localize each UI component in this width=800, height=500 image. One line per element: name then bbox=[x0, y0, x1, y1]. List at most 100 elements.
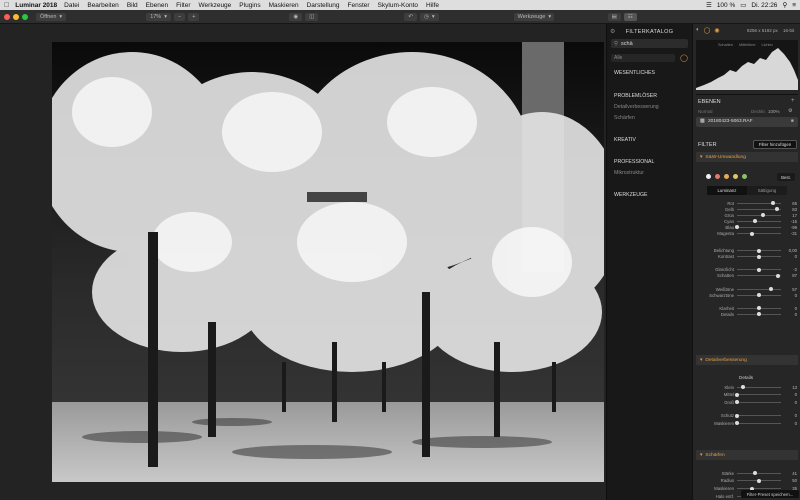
slider-track[interactable] bbox=[735, 421, 781, 425]
sharpen-section-header[interactable]: ▾ Schärfen bbox=[696, 450, 798, 460]
compare-button[interactable]: ◫ bbox=[305, 12, 319, 21]
preview-eye-button[interactable]: ◉ bbox=[289, 12, 303, 21]
menu-bild[interactable]: Bild bbox=[127, 2, 138, 9]
slider-value[interactable]: 41 bbox=[781, 471, 797, 476]
settings-icon[interactable]: ⚙ bbox=[610, 28, 616, 35]
histogram-toggle-icon[interactable]: ◐ bbox=[696, 27, 700, 34]
clock[interactable]: Di. 22:26 bbox=[751, 2, 777, 9]
menu-list-icon[interactable]: ≡ bbox=[792, 2, 796, 9]
catalog-section-wesentliches[interactable]: WESENTLICHES bbox=[614, 70, 692, 76]
catalog-filter-select[interactable]: Alle bbox=[611, 53, 675, 62]
slider-track[interactable] bbox=[737, 213, 781, 218]
slider-knob[interactable] bbox=[775, 273, 780, 278]
catalog-item-mikrostruktur[interactable]: Mikrostruktur bbox=[614, 170, 692, 176]
slider-track[interactable] bbox=[737, 267, 781, 272]
zoom-window-button[interactable] bbox=[22, 13, 28, 20]
close-window-button[interactable] bbox=[4, 13, 10, 20]
apple-icon[interactable]:  bbox=[4, 2, 9, 9]
slider-knob[interactable] bbox=[760, 213, 765, 218]
slider-track[interactable] bbox=[737, 273, 781, 278]
slider-knob[interactable] bbox=[735, 225, 740, 230]
slider-track[interactable] bbox=[737, 471, 781, 475]
slider-knob[interactable] bbox=[757, 478, 761, 483]
preset-red-dot[interactable] bbox=[715, 174, 720, 179]
slider-value[interactable]: 0 bbox=[781, 312, 797, 317]
slider-value[interactable]: 0,00 bbox=[781, 248, 797, 253]
preset-orange-dot[interactable] bbox=[724, 174, 729, 179]
catalog-search-input[interactable]: ⚲ schä bbox=[611, 39, 688, 48]
zoom-out-button[interactable]: − bbox=[173, 12, 186, 21]
slider-value[interactable]: 0 bbox=[781, 254, 797, 259]
catalog-item-schaerfen[interactable]: Schärfen bbox=[614, 115, 692, 121]
slider-knob[interactable] bbox=[757, 254, 761, 259]
slider-value[interactable]: 57 bbox=[781, 287, 797, 292]
history-button[interactable]: ◷ ▾ bbox=[420, 12, 439, 21]
blend-mode[interactable]: Normal bbox=[698, 109, 713, 114]
add-layer-icon[interactable]: + bbox=[791, 98, 795, 104]
favorites-icon[interactable]: ◯ bbox=[680, 54, 688, 62]
slider-knob[interactable] bbox=[735, 400, 739, 404]
save-preset-button[interactable]: Filter-Preset speichern... bbox=[741, 490, 799, 498]
menu-darstellung[interactable]: Darstellung bbox=[307, 2, 340, 9]
slider-track[interactable] bbox=[737, 201, 781, 205]
slider-value[interactable]: 83 bbox=[781, 207, 797, 212]
slider-knob[interactable] bbox=[771, 201, 776, 205]
menu-bearbeiten[interactable]: Bearbeiten bbox=[87, 2, 118, 9]
slider-track[interactable] bbox=[735, 413, 781, 418]
menu-plugins[interactable]: Plugins bbox=[239, 2, 260, 9]
open-button[interactable]: Öffnen ▾ bbox=[36, 12, 67, 21]
filters-panel-button[interactable]: ☷ bbox=[623, 12, 637, 21]
slider-value[interactable]: -31 bbox=[781, 231, 797, 236]
slider-track[interactable] bbox=[737, 207, 781, 212]
slider-knob[interactable] bbox=[757, 306, 761, 311]
slider-track[interactable] bbox=[735, 392, 781, 397]
filmstrip-button[interactable]: ▤ bbox=[607, 12, 621, 21]
reset-button[interactable]: Best. bbox=[777, 173, 795, 181]
slider-track[interactable] bbox=[735, 400, 781, 404]
slider-track[interactable] bbox=[737, 478, 781, 483]
slider-track[interactable] bbox=[737, 312, 781, 317]
catalog-section-professional[interactable]: PROFESSIONAL bbox=[614, 159, 692, 165]
battery-icon[interactable]: ▭ bbox=[740, 1, 746, 9]
catalog-item-detailverbesserung[interactable]: Detailverbesserung bbox=[614, 104, 692, 110]
slider-track[interactable] bbox=[737, 293, 781, 298]
slider-track[interactable] bbox=[737, 287, 781, 291]
photo[interactable] bbox=[52, 42, 604, 482]
menu-ebenen[interactable]: Ebenen bbox=[146, 2, 168, 9]
slider-knob[interactable] bbox=[775, 207, 780, 212]
menu-fenster[interactable]: Fenster bbox=[348, 2, 370, 9]
slider-value[interactable]: -15 bbox=[781, 219, 797, 224]
slider-value[interactable]: 13 bbox=[781, 385, 797, 390]
sw-section-header[interactable]: ▾ S&W-Umwandlung bbox=[696, 152, 798, 162]
slider-knob[interactable] bbox=[753, 219, 758, 224]
slider-value[interactable]: 0 bbox=[781, 413, 797, 418]
image-canvas[interactable] bbox=[0, 24, 606, 500]
slider-track[interactable] bbox=[737, 248, 781, 253]
workspace-select[interactable]: Werkzeuge ▾ bbox=[513, 12, 554, 21]
slider-knob[interactable] bbox=[757, 293, 761, 298]
slider-track[interactable] bbox=[737, 219, 781, 224]
zoom-in-button[interactable]: + bbox=[188, 12, 200, 21]
slider-knob[interactable] bbox=[757, 312, 761, 317]
slider-knob[interactable] bbox=[735, 421, 739, 425]
slider-value[interactable]: 65 bbox=[781, 201, 797, 206]
slider-value[interactable]: 0 bbox=[781, 293, 797, 298]
catalog-section-problemloeser[interactable]: PROBLEMLÖSER bbox=[614, 93, 692, 99]
detail-section-header[interactable]: ▾ Detailverbesserung bbox=[696, 355, 798, 365]
layer-item[interactable]: ▩ 20180423-5063.RAF ■ bbox=[696, 117, 798, 127]
slider-value[interactable]: -2 bbox=[781, 267, 797, 272]
slider-knob[interactable] bbox=[735, 392, 739, 397]
slider-value[interactable]: 50 bbox=[781, 478, 797, 483]
slider-knob[interactable] bbox=[769, 287, 774, 291]
slider-knob[interactable] bbox=[757, 248, 761, 253]
preset-white-dot[interactable] bbox=[706, 174, 711, 179]
slider-track[interactable] bbox=[737, 385, 781, 389]
slider-value[interactable]: 0 bbox=[781, 421, 797, 426]
search-icon[interactable]: ⚲ bbox=[782, 1, 787, 9]
preset-yellow-dot[interactable] bbox=[733, 174, 738, 179]
slider-track[interactable] bbox=[737, 486, 781, 491]
menu-werkzeuge[interactable]: Werkzeuge bbox=[199, 2, 232, 9]
preset-green-dot[interactable] bbox=[742, 174, 747, 179]
slider-knob[interactable] bbox=[750, 231, 755, 236]
tab-luminanz[interactable]: Luminanz bbox=[707, 186, 747, 195]
